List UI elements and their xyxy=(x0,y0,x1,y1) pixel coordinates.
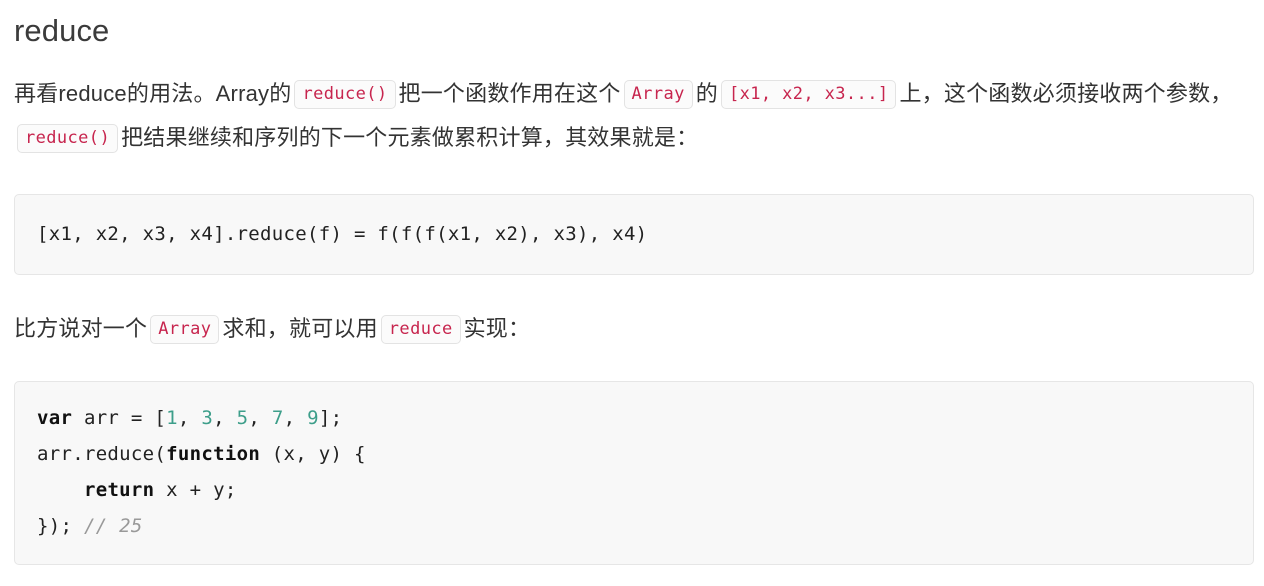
code-token-plain: , xyxy=(283,407,308,429)
code-token-plain: , xyxy=(248,407,272,429)
paragraph-reduce-description: 再看reduce的用法。Array的 reduce() 把一个函数作用在这个 Arra… xyxy=(14,72,1250,160)
code-token-com: // 25 xyxy=(83,515,143,537)
paragraph-sum-example-intro: 比方说对一个 Array 求和，就可以用 reduce 实现： xyxy=(14,307,1250,351)
code-token-plain: ]; xyxy=(318,407,343,429)
inline-code-badge: [x1, x2, x3...] xyxy=(720,80,897,109)
page-title: reduce xyxy=(14,13,110,48)
code-token-plain: [x1, x2, x3, x4].reduce(f) = f(f(f(x1, x… xyxy=(37,223,648,245)
inline-code-badge: Array xyxy=(623,80,693,109)
inline-code-badge: reduce() xyxy=(17,124,119,153)
code-token-plain: , xyxy=(213,407,237,429)
code-token-plain: (x, y) { xyxy=(260,443,366,465)
code-token-num: 3 xyxy=(201,407,214,429)
code-token-num: 9 xyxy=(307,407,319,429)
code-token-plain: }); xyxy=(37,515,84,537)
code-token-kw: function xyxy=(166,443,261,465)
code-token-num: 7 xyxy=(271,407,284,429)
code-token-kw: return xyxy=(83,479,155,501)
code-token-num: 5 xyxy=(236,407,249,429)
inline-code-badge: Array xyxy=(150,315,220,344)
code-token-plain: , xyxy=(177,407,202,429)
code-token-plain: arr.reduce( xyxy=(37,443,167,465)
code-token-plain: arr = [ xyxy=(72,407,167,429)
code-block-reduce-expansion: [x1, x2, x3, x4].reduce(f) = f(f(f(x1, x… xyxy=(14,194,1254,275)
code-token-num: 1 xyxy=(166,407,178,429)
inline-code-badge: reduce xyxy=(380,315,461,344)
code-token-kw: var xyxy=(37,407,73,429)
inline-code-badge: reduce() xyxy=(294,80,396,109)
document-page: reduce 再看reduce的用法。Array的 reduce() 把一个函数作用… xyxy=(0,0,1264,565)
code-block-reduce-sum-example: var arr = [1, 3, 5, 7, 9]; arr.reduce(fu… xyxy=(14,381,1254,565)
code-token-plain: x + y; xyxy=(154,479,237,501)
